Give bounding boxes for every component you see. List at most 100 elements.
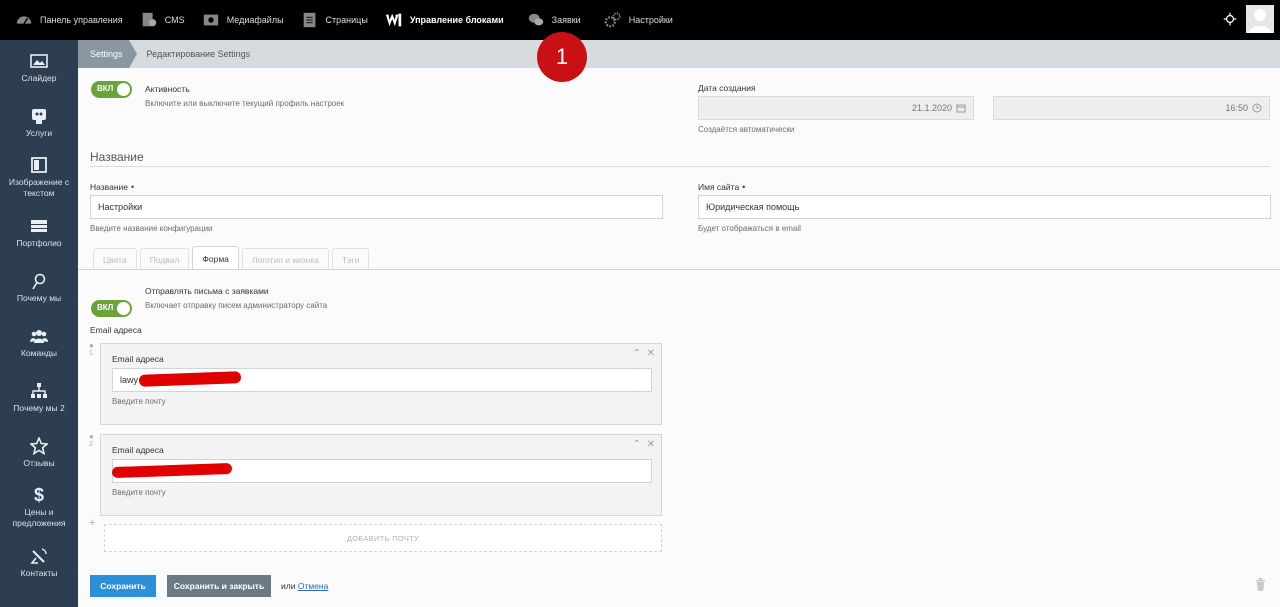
toggle-knob	[117, 83, 130, 96]
sidebar-item-reviews[interactable]: Отзывы	[0, 425, 78, 480]
activity-hint: Включите или выключите текущий профиль н…	[145, 99, 345, 108]
sidebar-item-label: Цены и предложения	[12, 507, 66, 528]
send-letters-toggle[interactable]: ВКЛ	[91, 300, 132, 317]
nav-label: CMS	[164, 15, 185, 25]
created-date-value: 21.1.2020	[911, 103, 952, 113]
tab-logo[interactable]: Логотип и иконка	[241, 248, 329, 270]
save-close-button[interactable]: Сохранить и закрыть	[167, 575, 271, 597]
email-field-label: Email адреса	[112, 445, 164, 455]
blocks-icon	[384, 10, 404, 30]
nav-item-blocks[interactable]: Управление блоками	[376, 0, 512, 40]
site-name-input-value: Юридическая помощь	[706, 202, 800, 212]
annotation-badge: 1	[537, 32, 587, 82]
nav-item-dashboard[interactable]: Панель управления	[0, 0, 131, 40]
sidebar-item-image-text[interactable]: Изображение с текстом	[0, 150, 78, 205]
email-input-value: lawy	[120, 375, 139, 385]
nav-label: Медиафайлы	[226, 15, 284, 25]
nav-label: Заявки	[551, 15, 581, 25]
services-icon	[30, 107, 48, 125]
sidebar-item-teams[interactable]: Команды	[0, 315, 78, 370]
drag-handle[interactable]: ●	[89, 432, 94, 441]
section-title: Название	[90, 150, 144, 164]
collapse-icon[interactable]: ⌃	[633, 439, 641, 450]
pin-icon	[30, 272, 48, 290]
sidebar-item-slider[interactable]: Слайдер	[0, 40, 78, 95]
toggle-knob	[117, 302, 130, 315]
nav-item-pages[interactable]: Страницы	[292, 0, 376, 40]
site-name-hint: Будет отображаться в email	[698, 224, 801, 233]
cms-icon	[139, 10, 159, 30]
sidebar-item-label: Команды	[20, 347, 57, 358]
sidebar-item-label: Отзывы	[23, 457, 55, 468]
nav-label: Настройки	[628, 15, 673, 25]
required-mark: •	[742, 182, 746, 192]
sidebar-item-why-us-2[interactable]: Почему мы 2	[0, 370, 78, 425]
created-hint: Создаётся автоматически	[698, 125, 795, 134]
required-mark: •	[130, 182, 135, 192]
team-icon	[30, 327, 48, 345]
drag-handle[interactable]: ●	[89, 341, 94, 350]
created-date-field: 21.1.2020	[698, 96, 974, 120]
section-divider	[90, 166, 1270, 167]
star-icon	[29, 435, 49, 455]
trash-icon[interactable]	[1255, 578, 1266, 593]
save-button[interactable]: Сохранить	[90, 575, 156, 597]
site-name-input[interactable]: Юридическая помощь	[698, 195, 1271, 219]
site-name-label-text: Имя сайта	[698, 182, 740, 192]
nav-label: Панель управления	[40, 15, 123, 25]
crosshair-icon[interactable]	[1220, 9, 1240, 29]
collapse-icon[interactable]: ⌃	[633, 348, 641, 359]
top-navbar: Панель управления CMS Медиафайлы Страниц…	[0, 0, 1280, 40]
tab-footer[interactable]: Подвал	[139, 248, 190, 270]
sitemap-icon	[30, 382, 48, 400]
name-label-text: Название	[90, 182, 128, 192]
sidebar-item-services[interactable]: Услуги	[0, 95, 78, 150]
chat-icon	[526, 10, 546, 30]
sidebar-item-contacts[interactable]: Контакты	[0, 535, 78, 590]
avatar[interactable]	[1246, 5, 1274, 33]
nav-item-media[interactable]: Медиафайлы	[193, 0, 292, 40]
sidebar-item-label: Почему мы 2	[13, 402, 65, 413]
cancel-link[interactable]: Отмена	[298, 581, 329, 591]
sidebar-item-portfolio[interactable]: Портфолио	[0, 205, 78, 260]
top-nav: Панель управления CMS Медиафайлы Страниц…	[0, 0, 681, 40]
tab-form[interactable]: Форма	[192, 246, 239, 270]
toggle-label: ВКЛ	[97, 84, 114, 93]
toggle-label: ВКЛ	[97, 303, 114, 312]
pages-icon	[300, 10, 320, 30]
plus-icon[interactable]: +	[89, 517, 95, 529]
dollar-icon: $	[33, 485, 44, 505]
breadcrumb-label: Settings	[90, 49, 123, 59]
tab-tags[interactable]: Тэги	[332, 248, 370, 270]
email-field-label: Email адреса	[112, 354, 164, 364]
sidebar-item-label: Изображение с текстом	[8, 177, 70, 198]
breadcrumb-settings[interactable]: Settings	[78, 40, 136, 68]
sidebar-item-label: Почему мы	[16, 292, 62, 303]
tab-colors[interactable]: Цвета	[93, 248, 137, 270]
top-right-tools	[1220, 5, 1274, 33]
close-icon[interactable]: ✕	[647, 439, 655, 450]
settings-tabs: Цвета Подвал Форма Логотип и иконка Тэги	[93, 246, 372, 270]
close-icon[interactable]: ✕	[647, 348, 655, 359]
name-input-value: Настройки	[98, 202, 143, 212]
email-item-number: 1	[89, 350, 93, 357]
dashboard-icon	[14, 10, 34, 30]
emails-label: Email адреса	[90, 325, 142, 335]
main-content: ВКЛ Активность Включите или выключите те…	[78, 68, 1280, 607]
name-hint: Введите название конфигурации	[90, 224, 213, 233]
sidebar-item-label: Услуги	[25, 127, 53, 138]
or-text: или	[281, 581, 296, 591]
add-email-button[interactable]: ДОБАВИТЬ ПОЧТУ	[104, 524, 662, 552]
image-icon	[30, 52, 48, 70]
satellite-icon	[30, 547, 48, 565]
sidebar-item-label: Контакты	[20, 567, 58, 578]
sidebar-item-prices[interactable]: $ Цены и предложения	[0, 480, 78, 535]
created-time-field: 16:50	[993, 96, 1270, 120]
sidebar-item-why-us[interactable]: Почему мы	[0, 260, 78, 315]
email-hint: Введите почту	[112, 397, 166, 406]
nav-item-settings[interactable]: Настройки	[589, 0, 681, 40]
activity-toggle[interactable]: ВКЛ	[91, 81, 132, 98]
name-input[interactable]: Настройки	[90, 195, 663, 219]
email-item-number: 2	[89, 441, 93, 448]
nav-item-cms[interactable]: CMS	[131, 0, 193, 40]
